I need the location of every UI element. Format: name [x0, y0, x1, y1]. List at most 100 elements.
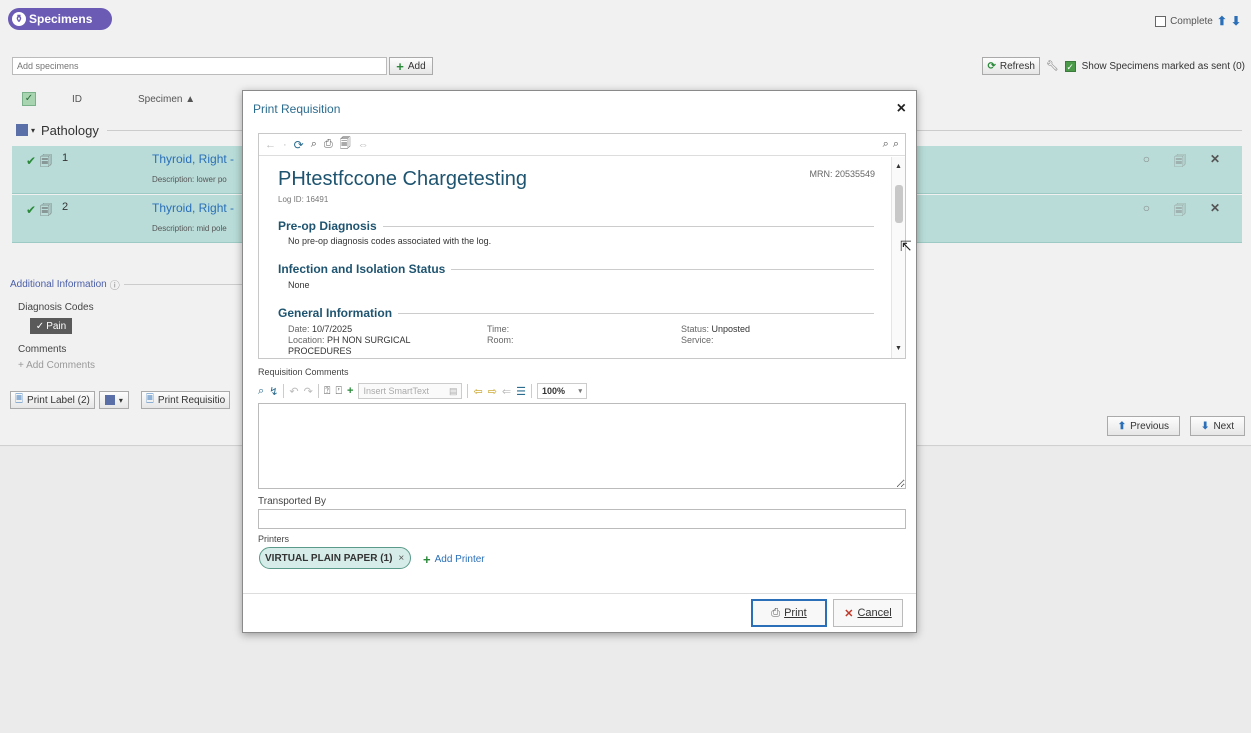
- print-requisition-button[interactable]: 🗏︎ Print Requisitio: [140, 391, 231, 409]
- show-sent-checkbox[interactable]: ✓: [1064, 60, 1076, 72]
- time-field: Time:: [487, 324, 510, 334]
- document-icon[interactable]: 🗐︎: [40, 152, 52, 173]
- scroll-thumb[interactable]: [895, 185, 903, 223]
- complete-checkbox[interactable]: [1155, 15, 1167, 27]
- copy-icon[interactable]: 🗐︎: [340, 135, 351, 154]
- print-label-dropdown[interactable]: ▾: [98, 391, 129, 409]
- help-icon[interactable]: ⍰: [324, 385, 331, 398]
- smartlist-icon[interactable]: ⍞: [335, 385, 342, 398]
- redo-icon[interactable]: ↷: [304, 385, 313, 398]
- add-button[interactable]: + Add: [389, 57, 433, 75]
- wrench-icon[interactable]: 🔧︎: [1046, 61, 1059, 72]
- chevron-down-icon: ▾: [118, 395, 123, 405]
- find-icon[interactable]: ⌕: [311, 138, 317, 151]
- arrow-back-icon[interactable]: ⇐: [502, 385, 511, 398]
- row-actions: ○ 🗐︎ ✕: [1143, 201, 1220, 222]
- viewer-scrollbar[interactable]: ▲ ▼: [891, 157, 905, 358]
- comments-toolbar: ⌕ ↯ ↶ ↷ ⍰ ⍞ + Insert SmartText ▤ ⇦ ⇨ ⇐ ☰…: [258, 381, 588, 401]
- column-id[interactable]: ID: [72, 94, 82, 105]
- add-printer-label: Add Printer: [434, 554, 485, 565]
- table-header: ✓ ID Specimen ▲: [22, 89, 242, 109]
- select-all-checkbox[interactable]: ✓: [22, 92, 36, 106]
- section-divider: [123, 284, 250, 285]
- forward-icon[interactable]: ·: [283, 139, 287, 151]
- delete-icon[interactable]: ✕: [1210, 152, 1220, 173]
- add-comments-link[interactable]: + Add Comments: [18, 360, 95, 371]
- plus-icon[interactable]: +: [347, 385, 353, 397]
- dialog-divider: [243, 593, 916, 594]
- smarttext-placeholder: Insert SmartText: [363, 386, 430, 396]
- scroll-down-icon[interactable]: ▼: [895, 345, 902, 352]
- plus-icon: +: [396, 58, 404, 74]
- document-icon[interactable]: 🗐︎: [40, 201, 52, 222]
- search-icon[interactable]: ⌕: [258, 385, 264, 398]
- section-divider: [398, 312, 874, 314]
- specimen-name[interactable]: Thyroid, Right -: [152, 152, 234, 166]
- print-label-button[interactable]: 🗏︎ Print Label (2): [10, 391, 95, 409]
- copy-icon[interactable]: 🗐︎: [1174, 152, 1186, 173]
- group-color-icon: [16, 124, 28, 136]
- status-field: Status: Unposted: [681, 324, 751, 334]
- arrow-left-icon[interactable]: ⇦: [473, 385, 482, 398]
- remove-icon[interactable]: ×: [398, 553, 404, 564]
- printer-icon[interactable]: ⎙: [324, 138, 333, 151]
- specimen-icon: ⚱: [12, 12, 26, 26]
- zoom-value: 100%: [542, 386, 566, 396]
- move-up-icon[interactable]: ⬆: [1217, 14, 1227, 28]
- column-specimen[interactable]: Specimen ▲: [138, 94, 195, 105]
- circle-icon[interactable]: ○: [1143, 201, 1150, 222]
- complete-label: Complete: [1170, 15, 1213, 27]
- printers-label: Printers: [258, 534, 290, 544]
- zoom-controls: ⌕ ⌕: [883, 138, 899, 151]
- copy-icon[interactable]: 🗐︎: [1174, 201, 1186, 222]
- list-icon[interactable]: ☰: [516, 385, 526, 398]
- toolbar-divider: [317, 384, 319, 398]
- chevron-down-icon[interactable]: ▾: [31, 126, 35, 135]
- infection-text: None: [288, 280, 310, 290]
- delete-icon[interactable]: ✕: [1210, 201, 1220, 222]
- grid-icon: [104, 395, 115, 405]
- link-icon[interactable]: ⇔: [358, 139, 369, 151]
- circle-icon[interactable]: ○: [1143, 152, 1150, 173]
- print-requisition-dialog: Print Requisition × ← · ⟳ ⌕ ⎙ 🗐︎ ⇔ ⌕ ⌕ P…: [242, 90, 917, 633]
- help-icon[interactable]: ⓘ: [110, 277, 120, 292]
- bottom-actions: 🗏︎ Print Label (2) ▾ 🗏︎ Print Requisitio: [10, 391, 231, 409]
- next-button[interactable]: ⬇ Next: [1190, 416, 1245, 436]
- back-icon[interactable]: ←: [265, 139, 276, 151]
- scroll-up-icon[interactable]: ▲: [895, 163, 902, 170]
- add-printer-link[interactable]: + Add Printer: [423, 552, 485, 567]
- zoom-select[interactable]: 100% ▾: [537, 383, 588, 399]
- arrow-right-icon[interactable]: ⇨: [488, 385, 497, 398]
- print-button[interactable]: ⎙ Print: [751, 599, 827, 627]
- plus-icon: +: [423, 552, 431, 567]
- spellcheck-icon[interactable]: ↯: [269, 385, 278, 398]
- undo-icon[interactable]: ↶: [289, 385, 298, 398]
- zoom-out-icon[interactable]: ⌕: [883, 138, 889, 151]
- insert-smarttext-input[interactable]: Insert SmartText ▤: [358, 383, 463, 399]
- preop-section-title: Pre-op Diagnosis: [278, 219, 874, 233]
- cancel-button[interactable]: ✕ Cancel: [833, 599, 903, 627]
- specimens-tab[interactable]: ⚱ Specimens: [8, 8, 112, 30]
- add-comments-label: Add Comments: [26, 360, 95, 371]
- add-specimens-input[interactable]: [12, 57, 387, 75]
- zoom-in-icon[interactable]: ⌕: [893, 138, 899, 151]
- refresh-button[interactable]: ⟳ Refresh: [982, 57, 1040, 75]
- arrow-up-icon: ⬆: [1117, 420, 1127, 432]
- viewer-toolbar: ← · ⟳ ⌕ ⎙ 🗐︎ ⇔ ⌕ ⌕: [259, 134, 905, 156]
- specimen-name[interactable]: Thyroid, Right -: [152, 201, 234, 215]
- arrow-down-icon: ⬇: [1201, 420, 1210, 432]
- infection-section-title: Infection and Isolation Status: [278, 262, 874, 276]
- printer-chip[interactable]: VIRTUAL PLAIN PAPER (1) ×: [259, 547, 411, 569]
- diagnosis-chip[interactable]: ✓ Pain: [30, 318, 72, 334]
- refresh-icon: ⟳: [987, 60, 996, 72]
- reload-icon[interactable]: ⟳: [294, 138, 304, 152]
- complete-toggle[interactable]: Complete ⬆ ⬇: [1155, 14, 1241, 28]
- cancel-icon: ✕: [844, 607, 854, 620]
- previous-button[interactable]: ⬆ Previous: [1106, 416, 1181, 436]
- transported-by-input[interactable]: [258, 509, 906, 529]
- requisition-comments-textarea[interactable]: [258, 403, 906, 489]
- move-down-icon[interactable]: ⬇: [1231, 14, 1241, 28]
- dialog-title: Print Requisition: [253, 102, 341, 116]
- close-icon[interactable]: ×: [897, 100, 906, 118]
- add-button-label: Add: [407, 60, 426, 72]
